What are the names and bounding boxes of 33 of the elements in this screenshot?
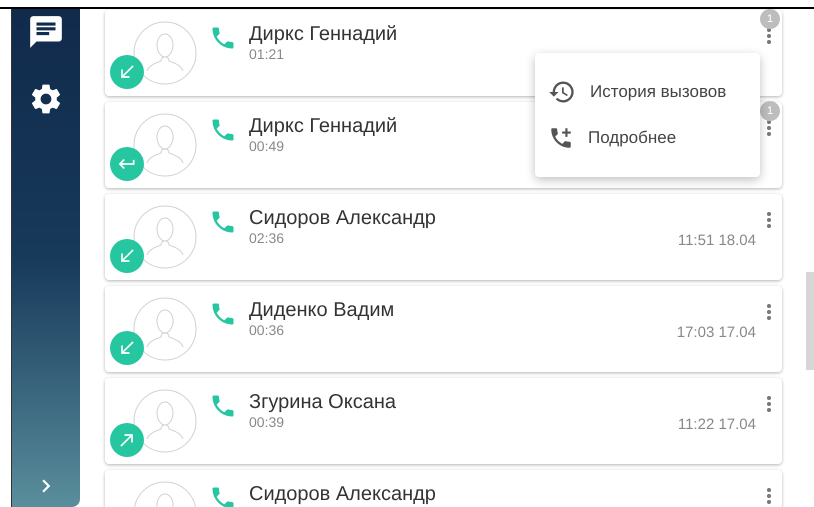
unread-count-badge: 1 (760, 9, 780, 29)
scrollbar-thumb[interactable] (806, 272, 814, 370)
contact-name: Сидоров Александр (249, 206, 436, 230)
more-options-icon[interactable] (767, 488, 771, 504)
call-time: 17:03 17.04 (676, 323, 756, 343)
more-options-icon[interactable] (767, 304, 771, 320)
more-options-icon[interactable] (767, 212, 771, 228)
avatar-placeholder-icon (133, 205, 197, 269)
call-card[interactable]: Сидоров Александр (105, 470, 782, 507)
avatar-placeholder-icon (133, 297, 197, 361)
contact-name: Сидоров Александр (249, 482, 436, 506)
call-time: 11:51 18.04 (678, 231, 756, 251)
call-time: 11:22 17.04 (678, 415, 756, 435)
call-duration: 00:49 (249, 138, 284, 154)
contact-name: Згурина Оксана (249, 390, 396, 414)
more-options-icon[interactable] (767, 396, 771, 412)
unread-count-badge: 1 (760, 101, 780, 121)
menu-item[interactable]: Подробнее (535, 115, 760, 161)
contact-name: Диркс Геннадий (249, 114, 398, 138)
call-duration: 00:36 (249, 322, 284, 338)
call-duration: 02:36 (249, 230, 284, 246)
avatar-placeholder-icon (133, 113, 197, 177)
call-card[interactable]: Диденко Вадим 00:36 17:03 17.04 (105, 286, 782, 372)
contact-name: Диркс Геннадий (249, 22, 398, 46)
call-duration: 01:21 (249, 46, 284, 62)
call-card[interactable]: Сидоров Александр 02:36 11:51 18.04 (105, 194, 782, 280)
more-options-icon[interactable] (767, 120, 771, 136)
more-options-icon[interactable] (767, 28, 771, 44)
call-card[interactable]: Згурина Оксана 00:39 11:22 17.04 (105, 378, 782, 464)
avatar-placeholder-icon (133, 389, 197, 453)
contact-name: Диденко Вадим (249, 298, 394, 322)
avatar-placeholder-icon (133, 21, 197, 85)
call-duration: 00:39 (249, 414, 284, 430)
